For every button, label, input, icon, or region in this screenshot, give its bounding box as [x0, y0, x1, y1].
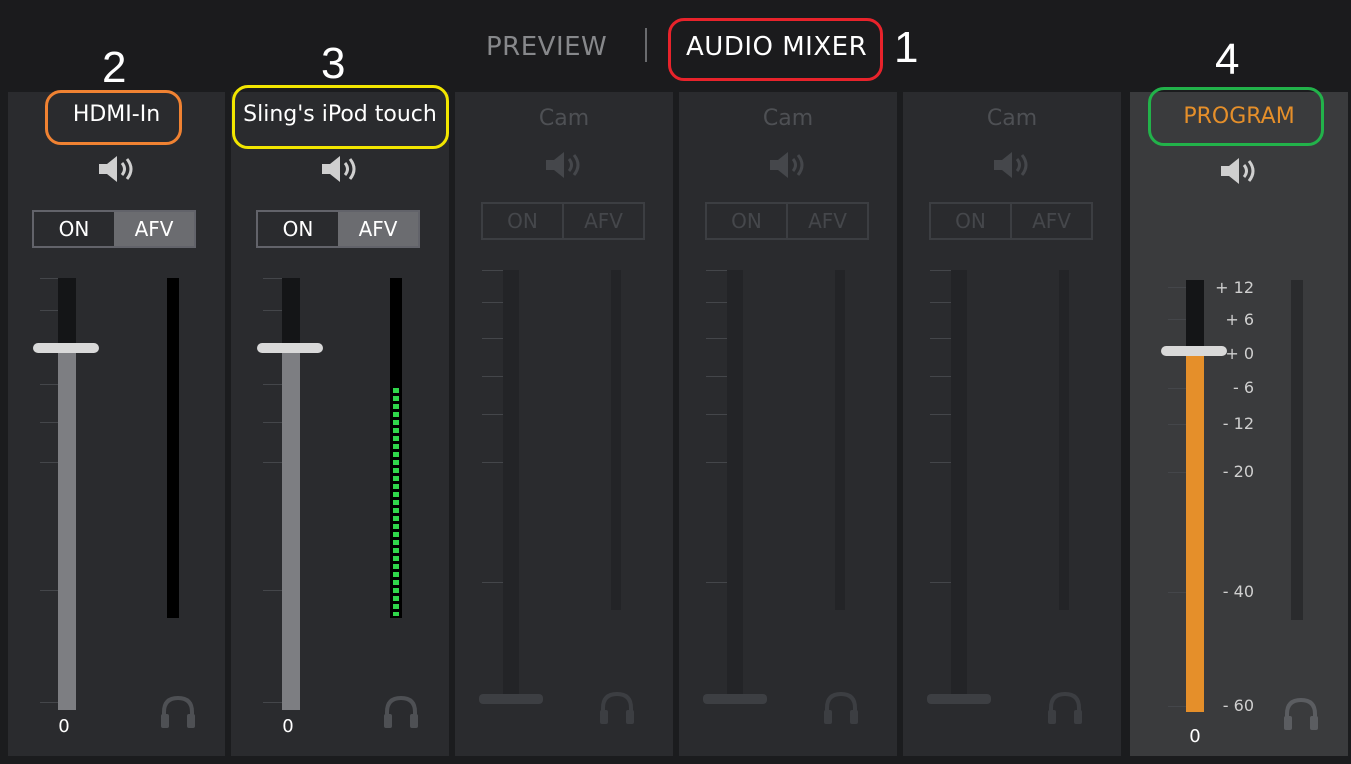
db-scale-label: - 40	[1222, 582, 1254, 601]
speaker-icon[interactable]	[1219, 156, 1259, 186]
fader-tick	[930, 582, 952, 583]
level-meter	[390, 278, 402, 618]
speaker-icon[interactable]	[992, 150, 1032, 180]
on-button[interactable]: ON	[707, 204, 786, 238]
on-afv-toggle: ON AFV	[929, 202, 1093, 240]
headphones-icon[interactable]	[598, 690, 636, 726]
db-scale-label: + 12	[1215, 278, 1254, 297]
on-button[interactable]: ON	[483, 204, 562, 238]
tab-audio-mixer[interactable]: AUDIO MIXER	[686, 30, 867, 64]
annotation-number: 1	[894, 23, 919, 72]
fader-track[interactable]	[727, 270, 743, 700]
annotation-number: 2	[102, 43, 127, 92]
channel-name: Cam	[986, 106, 1038, 131]
db-scale-label: - 60	[1222, 696, 1254, 715]
level-meter	[611, 270, 621, 610]
fader-tick	[706, 462, 728, 463]
fader-tick	[482, 302, 504, 303]
db-scale-label: + 6	[1225, 310, 1254, 329]
fader-knob[interactable]	[257, 343, 323, 353]
fader-tick	[482, 462, 504, 463]
fader-tick	[482, 270, 504, 271]
speaker-icon[interactable]	[768, 150, 808, 180]
speaker-icon[interactable]	[320, 154, 360, 184]
fader-track[interactable]	[951, 270, 967, 700]
fader-fill	[282, 348, 300, 710]
headphones-icon[interactable]	[822, 690, 860, 726]
channel-name: Cam	[538, 106, 590, 131]
on-afv-toggle: ON AFV	[256, 210, 420, 248]
db-scale-label: + 0	[1225, 344, 1254, 363]
fader-tick	[706, 582, 728, 583]
fader-fill	[58, 348, 76, 710]
level-meter	[835, 270, 845, 610]
fader-knob[interactable]	[927, 694, 991, 704]
fader-value: 0	[58, 716, 70, 737]
annotation-number: 4	[1215, 35, 1240, 84]
fader-tick	[930, 462, 952, 463]
on-button[interactable]: ON	[931, 204, 1010, 238]
program-name: PROGRAM	[1183, 104, 1295, 129]
db-scale-label: - 12	[1222, 414, 1254, 433]
channel-strip-program: PROGRAM + 12 + 6 + 0 - 6 - 12 - 20 - 40 …	[1130, 92, 1348, 756]
annotation-number: 3	[321, 39, 346, 88]
fader-tick	[706, 414, 728, 415]
level-meter	[1291, 280, 1303, 620]
channel-strip-cam: Cam ON AFV	[903, 92, 1121, 756]
top-bar: PREVIEW AUDIO MIXER	[0, 0, 1351, 90]
headphones-icon[interactable]	[159, 694, 197, 730]
channel-name: HDMI-In	[72, 102, 161, 127]
fader-tick	[930, 270, 952, 271]
fader-tick	[482, 582, 504, 583]
tab-preview[interactable]: PREVIEW	[486, 30, 607, 64]
fader-knob[interactable]	[33, 343, 99, 353]
level-meter-fill	[393, 388, 399, 616]
speaker-icon[interactable]	[544, 150, 584, 180]
headphones-icon[interactable]	[1046, 690, 1084, 726]
fader-knob[interactable]	[703, 694, 767, 704]
afv-button[interactable]: AFV	[562, 204, 643, 238]
channel-strip-cam: Cam ON AFV	[455, 92, 673, 756]
fader-tick	[706, 302, 728, 303]
channel-name: Cam	[762, 106, 814, 131]
channel-strip-cam: Cam ON AFV	[679, 92, 897, 756]
afv-button[interactable]: AFV	[1010, 204, 1091, 238]
db-scale: + 12 + 6 + 0 - 6 - 12 - 20 - 40 - 60	[1192, 278, 1254, 718]
fader-tick	[482, 414, 504, 415]
fader-tick	[930, 414, 952, 415]
afv-button[interactable]: AFV	[114, 212, 194, 246]
fader-tick	[706, 270, 728, 271]
fader-value: 0	[1189, 726, 1201, 747]
fader-knob[interactable]	[479, 694, 543, 704]
on-button[interactable]: ON	[34, 212, 114, 246]
fader-tick	[930, 376, 952, 377]
channel-strip-ipod: Sling's iPod touch ON AFV 0	[231, 92, 449, 756]
fader-tick	[706, 338, 728, 339]
channel-name: Sling's iPod touch	[243, 102, 437, 127]
afv-button[interactable]: AFV	[786, 204, 867, 238]
speaker-icon[interactable]	[97, 154, 137, 184]
on-afv-toggle: ON AFV	[481, 202, 645, 240]
db-scale-label: - 20	[1222, 462, 1254, 481]
on-afv-toggle: ON AFV	[705, 202, 869, 240]
on-afv-toggle: ON AFV	[32, 210, 196, 248]
db-scale-label: - 6	[1232, 378, 1254, 397]
on-button[interactable]: ON	[258, 212, 338, 246]
afv-button[interactable]: AFV	[338, 212, 418, 246]
fader-value: 0	[282, 716, 294, 737]
fader-tick	[482, 338, 504, 339]
headphones-icon[interactable]	[382, 694, 420, 730]
fader-tick	[930, 302, 952, 303]
fader-track[interactable]	[503, 270, 519, 700]
fader-tick	[706, 376, 728, 377]
channel-strip-hdmi-in: HDMI-In ON AFV 0	[8, 92, 225, 756]
fader-tick	[482, 376, 504, 377]
level-meter	[1059, 270, 1069, 610]
level-meter	[167, 278, 179, 618]
tab-divider	[645, 28, 647, 62]
fader-tick	[930, 338, 952, 339]
headphones-icon[interactable]	[1282, 696, 1320, 732]
